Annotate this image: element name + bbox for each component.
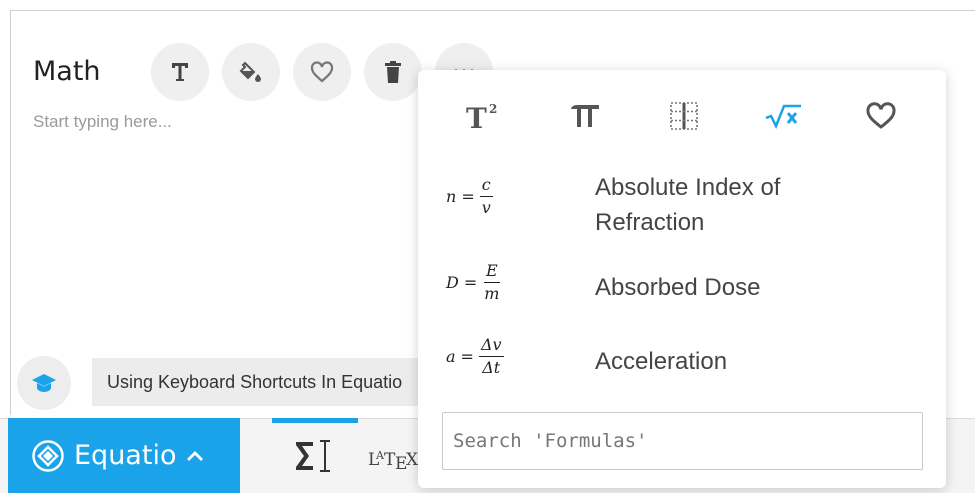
editor-title: Math [33, 56, 101, 87]
tab-favorites[interactable] [851, 92, 911, 140]
matrix-icon [670, 102, 698, 130]
tab-superscript[interactable]: T 2 [454, 92, 514, 140]
formula-expression: a = Δv Δt [446, 335, 504, 377]
active-tool-indicator [272, 418, 358, 423]
tab-matrix[interactable] [654, 92, 714, 140]
equatio-brand-label: Equatio [74, 440, 177, 471]
latex-tool[interactable]: L A T E X [368, 447, 424, 478]
editor-placeholder[interactable]: Start typing here... [33, 112, 172, 132]
svg-text:2: 2 [489, 102, 497, 116]
formula-name: Absorbed Dose [595, 274, 761, 301]
text-format-icon [172, 63, 188, 81]
superscript-icon: T 2 [466, 102, 497, 132]
sigma-cursor-icon [296, 440, 330, 472]
trash-icon [385, 61, 401, 83]
favorite-button[interactable] [293, 43, 351, 101]
formula-expression: n = cv [446, 175, 493, 217]
heart-icon [866, 102, 896, 129]
hint-button[interactable] [17, 356, 71, 410]
tab-formulas[interactable] [753, 92, 813, 140]
pi-icon [571, 105, 599, 127]
fill-color-button[interactable] [222, 43, 280, 101]
latex-icon: L A T E X [368, 449, 419, 474]
equatio-logo-icon [32, 439, 64, 472]
formula-expression: D = Em [446, 261, 500, 303]
hint-bubble[interactable]: Using Keyboard Shortcuts In Equatio [92, 358, 452, 406]
editor-top-border [10, 10, 975, 11]
svg-text:T: T [466, 102, 487, 132]
heart-icon [310, 61, 334, 83]
text-format-button[interactable] [151, 43, 209, 101]
delete-button[interactable] [364, 43, 422, 101]
tab-pi[interactable] [555, 92, 615, 140]
equatio-menu-button[interactable]: Equatio [8, 418, 240, 493]
graduation-cap-icon [32, 374, 56, 392]
math-input-tool[interactable] [293, 436, 337, 481]
formula-panel: T 2 n = cv Absolute Index of Refraction … [418, 70, 946, 488]
paint-bucket-icon [239, 61, 261, 82]
chevron-up-icon [187, 450, 204, 461]
editor-left-border [10, 10, 11, 415]
formula-search-input[interactable] [442, 412, 923, 470]
formula-name: Acceleration [595, 348, 728, 375]
formula-name: Absolute Index of Refraction [595, 174, 781, 236]
square-root-x-icon [765, 104, 801, 130]
